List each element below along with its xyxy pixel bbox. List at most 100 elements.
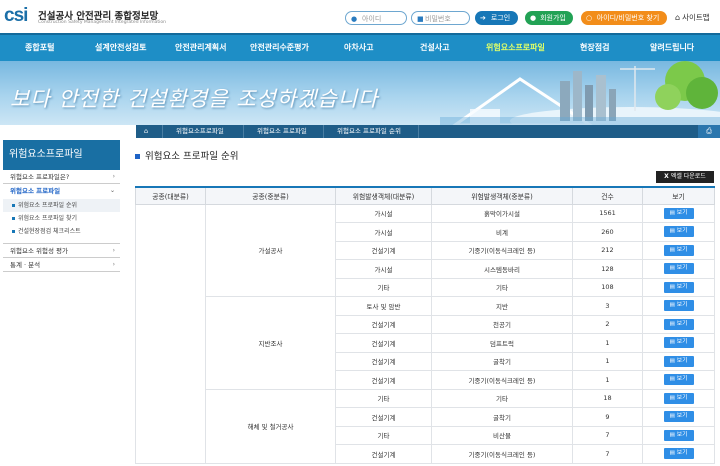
site-subtitle: Construction Safety Management Integrate… bbox=[38, 20, 167, 25]
table-row: 해체 및 철거공사 기타 기타 18 ▤ 보기 bbox=[136, 388, 715, 464]
object-major-cell: 가시설 bbox=[335, 203, 432, 223]
object-major-cell: 토사 및 암반 bbox=[335, 296, 432, 316]
breadcrumb-current[interactable]: 위험요소 프로파일 순위 bbox=[337, 125, 401, 138]
view-button[interactable]: ▤ 보기 bbox=[663, 374, 694, 386]
view-button-label: 보기 bbox=[676, 302, 688, 309]
count-cell: 7 bbox=[572, 444, 643, 464]
sitemap-icon: ⌂ bbox=[675, 13, 681, 22]
object-mid-cell: 덤프트럭 bbox=[431, 333, 573, 353]
nav-item-safety-level[interactable]: 안전관리수준평가 bbox=[250, 35, 309, 61]
count-cell: 1 bbox=[572, 370, 643, 390]
side-menu-item-active[interactable]: 위험요소 프로파일 ⌄ bbox=[3, 184, 120, 198]
nav-item-site-inspection[interactable]: 현장점검 bbox=[580, 35, 609, 61]
category-mid-cell: 해체 및 철거공사 bbox=[205, 388, 336, 464]
view-cell: ▤ 보기 bbox=[642, 388, 715, 408]
object-major-cell: 기타 bbox=[335, 388, 432, 408]
view-cell: ▤ 보기 bbox=[642, 351, 715, 371]
table-row: 지반조사 토사 및 암반 지반 3 ▤ 보기 bbox=[136, 296, 715, 390]
view-button[interactable]: ▤ 보기 bbox=[663, 411, 694, 423]
view-button-label: 보기 bbox=[676, 357, 688, 364]
side-menu-item[interactable]: 위험요소 프로파일은? › bbox=[3, 170, 120, 184]
object-mid-cell: 비산물 bbox=[431, 425, 573, 445]
column-header: 공종(중분류) bbox=[205, 187, 336, 205]
table-body: 가설공사 가시설 흙막이가시설 1561 ▤ 보기 가시설 비계 260 ▤ 보기 건설기계 기중기(이… bbox=[135, 203, 715, 464]
view-cell: ▤ 보기 bbox=[642, 259, 715, 279]
home-icon[interactable]: ⌂ bbox=[144, 125, 148, 138]
side-menu-title: 위험요소프로파일 bbox=[3, 140, 120, 170]
city-skyline-illustration bbox=[440, 61, 720, 125]
logo[interactable]: csi bbox=[4, 5, 28, 27]
object-major-cell: 기타 bbox=[335, 425, 432, 445]
nav-item-portal[interactable]: 종합포털 bbox=[25, 35, 54, 61]
excel-download-button[interactable]: X 엑셀 다운로드 bbox=[656, 171, 714, 183]
document-icon: ▤ bbox=[669, 357, 675, 364]
breadcrumb-item[interactable]: 위험요소프로파일 bbox=[176, 125, 224, 138]
side-menu-item[interactable]: 통계 · 분석 › bbox=[3, 258, 120, 272]
view-button[interactable]: ▤ 보기 bbox=[663, 392, 694, 404]
column-header: 위험발생객체(대분류) bbox=[335, 187, 432, 205]
side-submenu-item-active[interactable]: 위험요소 프로파일 순위 bbox=[3, 199, 120, 212]
view-cell: ▤ 보기 bbox=[642, 425, 715, 445]
object-major-cell: 건설기계 bbox=[335, 370, 432, 390]
view-button[interactable]: ▤ 보기 bbox=[663, 448, 694, 460]
table-header-row: 공종(대분류) 공종(중분류) 위험발생객체(대분류) 위험발생객체(중분류) … bbox=[135, 187, 715, 205]
side-menu-item-label: 위험요소 프로파일은? bbox=[10, 173, 70, 181]
document-icon: ▤ bbox=[669, 265, 675, 272]
view-button[interactable]: ▤ 보기 bbox=[663, 318, 694, 330]
view-cell: ▤ 보기 bbox=[642, 407, 715, 427]
breadcrumb-divider bbox=[418, 125, 419, 138]
object-mid-cell: 기중기(이동식크레인 등) bbox=[431, 240, 573, 260]
id-input[interactable]: ● 아이디 bbox=[345, 11, 407, 25]
nav-item-accidents[interactable]: 건설사고 bbox=[420, 35, 449, 61]
view-cell: ▤ 보기 bbox=[642, 203, 715, 223]
view-button-label: 보기 bbox=[676, 246, 688, 253]
count-cell: 1 bbox=[572, 351, 643, 371]
breadcrumb-item[interactable]: 위험요소 프로파일 bbox=[257, 125, 307, 138]
view-cell: ▤ 보기 bbox=[642, 370, 715, 390]
category-major-cell bbox=[135, 203, 206, 464]
login-icon: ➔ bbox=[480, 14, 486, 22]
object-major-cell: 기타 bbox=[335, 277, 432, 297]
view-button[interactable]: ▤ 보기 bbox=[663, 207, 694, 219]
side-menu-item[interactable]: 위험요소 위험성 평가 › bbox=[3, 244, 120, 258]
view-button[interactable]: ▤ 보기 bbox=[663, 281, 694, 293]
view-button[interactable]: ▤ 보기 bbox=[663, 355, 694, 367]
object-major-cell: 건설기계 bbox=[335, 314, 432, 334]
join-button[interactable]: ● 회원가입 bbox=[525, 11, 573, 25]
excel-download-label: 엑셀 다운로드 bbox=[670, 173, 706, 180]
chevron-down-icon: ⌄ bbox=[109, 187, 115, 194]
view-button-label: 보기 bbox=[676, 450, 688, 457]
document-icon: ▤ bbox=[669, 413, 675, 420]
print-icon[interactable]: ⎙ bbox=[698, 125, 720, 138]
object-mid-cell: 지반 bbox=[431, 296, 573, 316]
nav-item-design-review[interactable]: 설계안전성검토 bbox=[95, 35, 147, 61]
object-major-cell: 가시설 bbox=[335, 259, 432, 279]
view-button[interactable]: ▤ 보기 bbox=[663, 429, 694, 441]
view-button[interactable]: ▤ 보기 bbox=[663, 300, 694, 312]
chevron-right-icon: › bbox=[112, 261, 115, 268]
nav-item-near-miss[interactable]: 아차사고 bbox=[344, 35, 373, 61]
side-submenu-item[interactable]: 위험요소 프로파일 찾기 bbox=[3, 212, 120, 225]
login-button-label: 로그인 bbox=[490, 14, 511, 22]
view-button[interactable]: ▤ 보기 bbox=[663, 244, 694, 256]
count-cell: 1561 bbox=[572, 203, 643, 223]
nav-item-safety-plan[interactable]: 안전관리계획서 bbox=[175, 35, 227, 61]
view-button-label: 보기 bbox=[676, 339, 688, 346]
login-button[interactable]: ➔ 로그인 bbox=[475, 11, 518, 25]
view-button[interactable]: ▤ 보기 bbox=[663, 263, 694, 275]
object-major-cell: 건설기계 bbox=[335, 240, 432, 260]
document-icon: ▤ bbox=[669, 246, 675, 253]
sitemap-link[interactable]: ⌂ 사이트맵 bbox=[675, 12, 710, 23]
excel-icon: X bbox=[664, 173, 669, 180]
side-submenu-item[interactable]: 건설현장점검 체크리스트 bbox=[3, 225, 120, 238]
find-account-button[interactable]: ○ 아이디/비밀번호 찾기 bbox=[581, 11, 667, 25]
breadcrumb: ⌂ 위험요소프로파일 위험요소 프로파일 위험요소 프로파일 순위 bbox=[136, 125, 720, 138]
view-button[interactable]: ▤ 보기 bbox=[663, 337, 694, 349]
nav-item-notices[interactable]: 알려드립니다 bbox=[650, 35, 694, 61]
nav-item-risk-profile[interactable]: 위험요소프로파일 bbox=[486, 35, 545, 61]
password-input[interactable]: ■ 비밀번호 bbox=[411, 11, 470, 25]
page-title-text: 위험요소 프로파일 순위 bbox=[145, 151, 239, 162]
document-icon: ▤ bbox=[669, 209, 675, 216]
object-mid-cell: 기중기(이동식크레인 등) bbox=[431, 444, 573, 464]
view-button[interactable]: ▤ 보기 bbox=[663, 226, 694, 238]
